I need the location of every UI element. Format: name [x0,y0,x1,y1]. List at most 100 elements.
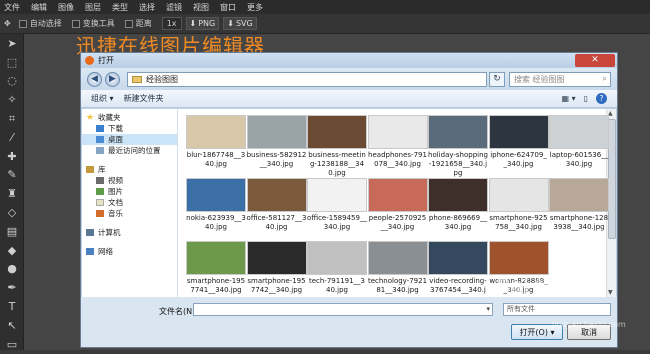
menu-item-file[interactable]: 文件 [4,2,20,13]
nav-videos[interactable]: 视频 [82,175,177,186]
file-name: iphone-624709__340.jpg [490,151,547,168]
clone-stamp-icon[interactable]: ♜ [0,184,24,203]
zoom-select[interactable]: 1x [161,17,182,30]
close-button[interactable]: ✕ [575,54,615,67]
nav-downloads[interactable]: 下载 [82,123,177,134]
nav-favorites[interactable]: 收藏夹 [82,111,177,123]
menu-item-type[interactable]: 类型 [112,2,128,13]
menu-item-select[interactable]: 选择 [139,2,155,13]
back-button[interactable]: ◀ [87,71,102,87]
auto-select-label: 自动选择 [29,19,62,28]
file-item[interactable]: smartphone-925758__340.jpg [488,178,549,238]
dialog-title: 打开 [98,56,114,65]
file-name: smartphone-1957742__340.jpg [247,277,306,294]
filetype-select[interactable]: 所有文件 [503,303,611,316]
file-thumbnail [428,115,488,149]
nav-network[interactable]: 网络 [82,245,177,257]
preview-pane-icon[interactable]: ▯ [584,94,588,103]
menu-item-image[interactable]: 图像 [58,2,74,13]
lasso-tool-icon[interactable]: ◌ [0,72,24,91]
text-tool-icon[interactable]: T [0,297,24,316]
video-icon [96,177,104,184]
file-name: smartphone-1957741__340.jpg [186,277,246,294]
file-name: phone-869669__340.jpg [428,214,488,231]
file-item[interactable]: people-2570925__340.jpg [367,178,428,238]
file-item[interactable]: phone-869669__340.jpg [428,178,488,238]
blur-tool-icon[interactable]: ◆ [0,241,24,260]
export-png-button[interactable]: ⬇ PNG [185,17,220,30]
path-select-icon[interactable]: ↖ [0,316,24,335]
file-item[interactable]: smartphone-1957742__340.jpg [246,241,307,301]
transform-label: 变换工具 [82,19,115,28]
nav-recent[interactable]: 最近访问的位置 [82,145,177,156]
transform-checkbox[interactable] [71,19,80,28]
healing-brush-icon[interactable]: ✚ [0,147,24,166]
file-item[interactable]: technology-792181__340.jpg [367,241,428,301]
file-item[interactable]: laptop-601536__340.jpg [549,115,609,175]
menu-item-window[interactable]: 窗口 [220,2,236,13]
nav-computer[interactable]: 计算机 [82,226,177,238]
nav-desktop[interactable]: 桌面 [82,134,177,145]
transform-option[interactable]: 变换工具 [71,18,115,29]
eyedropper-icon[interactable]: ⁄ [0,128,24,147]
move-tool-icon[interactable]: ✥ [4,19,11,28]
view-options-icon[interactable]: ▦ ▾ [561,94,575,103]
move-tool-icon[interactable]: ➤ [0,34,24,53]
nav-music[interactable]: 音乐 [82,208,177,219]
export-svg-button[interactable]: ⬇ SVG [223,17,257,30]
menu-item-edit[interactable]: 编辑 [31,2,47,13]
help-icon[interactable]: ? [596,93,607,104]
nav-documents[interactable]: 文档 [82,197,177,208]
file-item[interactable]: nokia-623939__340.jpg [186,178,246,238]
file-item[interactable]: tech-791191__340.jpg [307,241,367,301]
address-bar[interactable]: 经验图图 [127,71,487,87]
file-item[interactable]: smartphone-1957741__340.jpg [186,241,246,301]
scrollbar-thumb[interactable] [608,119,616,239]
auto-select-option[interactable]: 自动选择 [18,18,62,29]
file-item[interactable]: office-581127__340.jpg [246,178,307,238]
recent-places-icon [96,147,104,154]
file-item[interactable]: iphone-624709__340.jpg [488,115,549,175]
crop-tool-icon[interactable]: ⌗ [0,109,24,128]
distance-checkbox[interactable] [124,19,133,28]
refresh-button[interactable]: ↻ [489,71,505,87]
file-item[interactable]: video-recording-3767454__340.jpg [428,241,488,303]
file-item[interactable]: business-582912__340.jpg [246,115,307,175]
brush-tool-icon[interactable]: ✎ [0,166,24,185]
nav-pictures[interactable]: 图片 [82,186,177,197]
shape-tool-icon[interactable]: ▭ [0,335,24,354]
dodge-tool-icon[interactable]: ● [0,260,24,279]
auto-select-checkbox[interactable] [18,19,27,28]
forward-button[interactable]: ▶ [105,71,120,87]
document-icon [96,199,104,206]
star-icon [86,113,94,120]
search-input[interactable]: 搜索 经验图图 ⌕ [509,71,611,87]
gradient-tool-icon[interactable]: ▤ [0,222,24,241]
menu-item-view[interactable]: 视图 [193,2,209,13]
scroll-down-icon[interactable]: ▼ [608,289,613,296]
pen-tool-icon[interactable]: ✒ [0,278,24,297]
watermark-logo: Bai 经验 [496,274,574,298]
file-item[interactable]: smartphone-1283938__340.jpg [549,178,609,238]
magic-wand-icon[interactable]: ✧ [0,90,24,109]
chevron-down-icon[interactable]: ▾ [486,305,490,313]
organize-button[interactable]: 组织 ▾ [91,93,114,104]
file-thumbnail [428,178,488,212]
nav-libraries[interactable]: 库 [82,163,177,175]
picture-icon [96,188,104,195]
file-item[interactable]: blur-1867748__340.jpg [186,115,246,175]
menu-item-filter[interactable]: 滤镜 [166,2,182,13]
distance-option[interactable]: 距离 [124,18,152,29]
file-item[interactable]: headphones-791078__340.jpg [367,115,428,175]
file-item[interactable]: holiday-shopping-1921658__340.jpg [428,115,488,177]
tool-panel: ➤ ⬚ ◌ ✧ ⌗ ⁄ ✚ ✎ ♜ ◇ ▤ ◆ ● ✒ T ↖ ▭ [0,34,24,351]
menu-item-layer[interactable]: 图层 [85,2,101,13]
marquee-tool-icon[interactable]: ⬚ [0,53,24,72]
file-item[interactable]: business-meeting-1238188__340.jpg [307,115,367,177]
folder-icon [132,75,142,83]
menu-item-more[interactable]: 更多 [247,2,263,13]
filename-input[interactable]: ▾ [193,303,493,316]
file-item[interactable]: office-1589459__340.jpg [307,178,367,238]
new-folder-button[interactable]: 新建文件夹 [124,93,164,104]
eraser-icon[interactable]: ◇ [0,203,24,222]
